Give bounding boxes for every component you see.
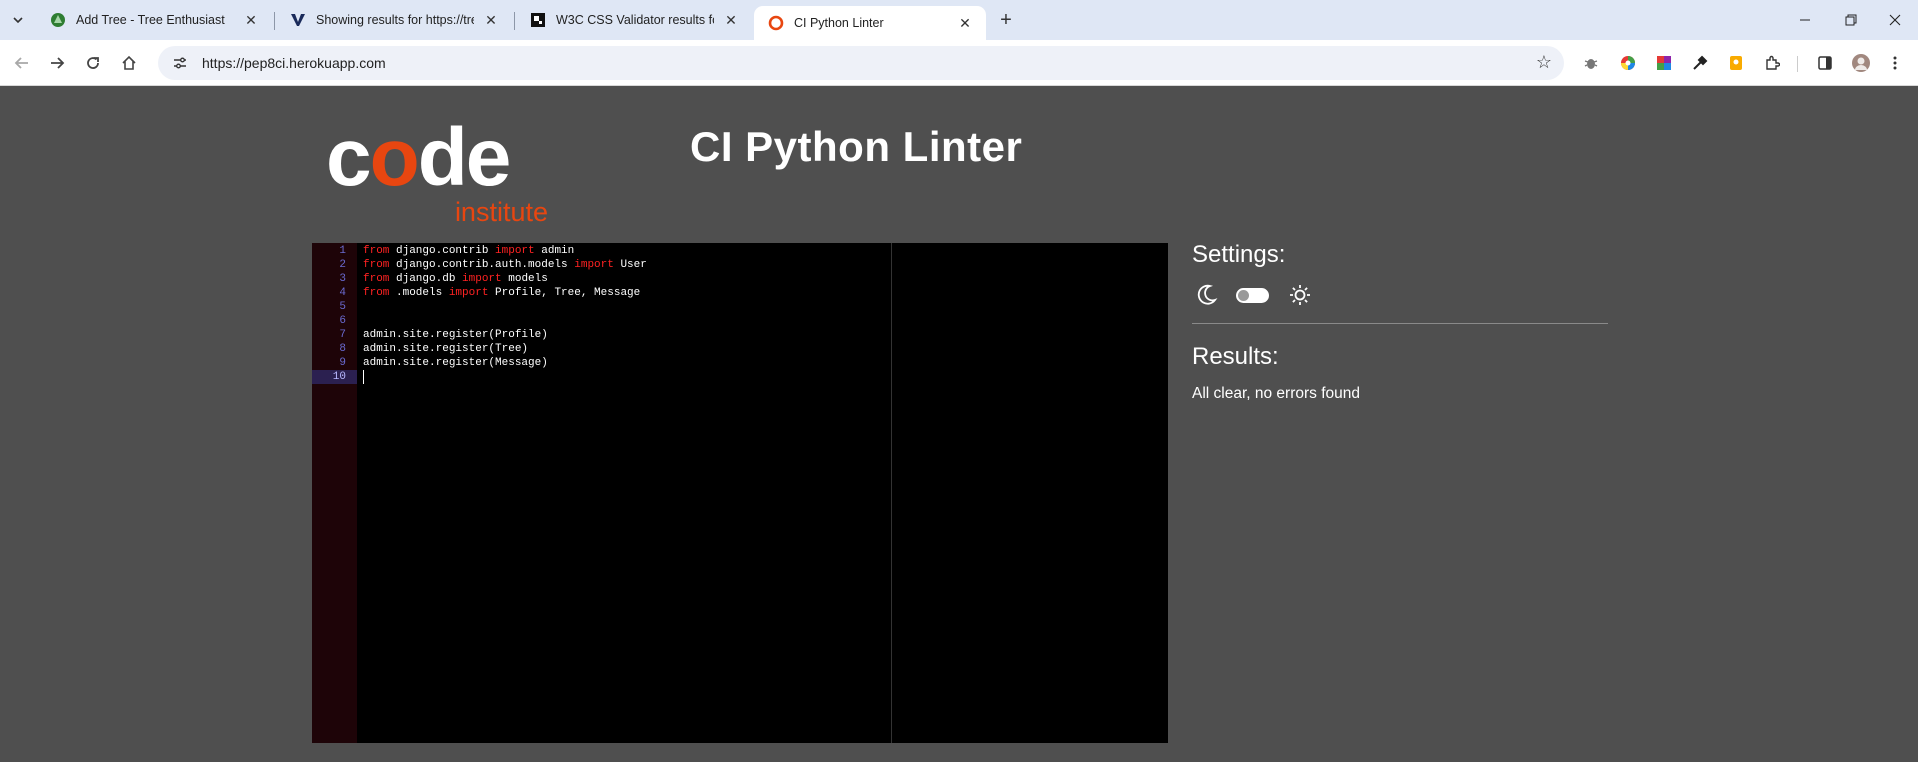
tab-w3c-css-validator[interactable]: W3C CSS Validator results for Te ✕ bbox=[516, 0, 752, 40]
tab-separator bbox=[514, 12, 515, 30]
keyword-token: import bbox=[495, 245, 535, 257]
code-line: from .models import Profile, Tree, Messa… bbox=[363, 286, 640, 300]
code-token: django.contrib.auth.models bbox=[389, 259, 575, 271]
keyword-token: from bbox=[363, 273, 390, 285]
toolbar-separator bbox=[1797, 56, 1798, 72]
browser-tab-bar: Add Tree - Tree Enthusiast ✕ Showing res… bbox=[0, 0, 1918, 40]
logo-institute-wordmark: institute bbox=[454, 197, 548, 227]
side-panel-icon[interactable] bbox=[1814, 52, 1836, 74]
settings-divider bbox=[1192, 323, 1608, 324]
validator-favicon-icon bbox=[290, 12, 306, 28]
line-number: 6 bbox=[339, 315, 346, 327]
tab-showing-results[interactable]: Showing results for https://tree ✕ bbox=[276, 0, 512, 40]
theme-switcher bbox=[1196, 283, 1316, 307]
keyword-token: import bbox=[574, 259, 614, 271]
tab-label: Add Tree - Tree Enthusiast bbox=[76, 13, 225, 27]
w3c-favicon-icon bbox=[530, 12, 546, 28]
ci-favicon-icon bbox=[768, 15, 784, 31]
keep-notes-extension-icon[interactable] bbox=[1725, 52, 1747, 74]
eyedropper-extension-icon[interactable] bbox=[1689, 52, 1711, 74]
results-heading: Results: bbox=[1192, 343, 1279, 370]
home-icon[interactable] bbox=[115, 49, 143, 77]
close-tab-icon[interactable]: ✕ bbox=[722, 11, 740, 29]
page-content: code institute CI Python Linter 1 from dj… bbox=[0, 87, 1918, 762]
code-token: models bbox=[501, 273, 548, 285]
keyword-token: from bbox=[363, 287, 390, 299]
line-number: 9 bbox=[339, 357, 346, 369]
tab-search-chevron-icon[interactable] bbox=[6, 8, 30, 32]
bookmark-star-icon[interactable]: ☆ bbox=[1536, 52, 1552, 73]
line-number: 1 bbox=[339, 245, 346, 257]
line-number: 4 bbox=[339, 287, 346, 299]
results-message: All clear, no errors found bbox=[1192, 385, 1361, 402]
close-tab-icon[interactable]: ✕ bbox=[482, 11, 500, 29]
site-info-tune-icon[interactable] bbox=[170, 53, 190, 73]
restore-window-icon[interactable] bbox=[1828, 0, 1874, 40]
code-institute-logo[interactable]: code institute bbox=[326, 117, 550, 228]
tab-label: W3C CSS Validator results for Te bbox=[556, 13, 714, 27]
minimize-window-icon[interactable] bbox=[1782, 0, 1828, 40]
extensions-puzzle-icon[interactable] bbox=[1761, 52, 1783, 74]
keyword-token: from bbox=[363, 259, 390, 271]
code-token: django.contrib bbox=[389, 245, 496, 257]
bug-extension-icon[interactable] bbox=[1580, 52, 1602, 74]
text-cursor bbox=[363, 370, 364, 384]
code-token: .models bbox=[389, 287, 449, 299]
line-length-ruler bbox=[891, 243, 892, 743]
line-number: 7 bbox=[339, 329, 346, 341]
line-number: 2 bbox=[339, 259, 346, 271]
back-arrow-icon[interactable] bbox=[8, 49, 36, 77]
reload-icon[interactable] bbox=[79, 49, 107, 77]
code-line: admin.site.register(Tree) bbox=[363, 342, 528, 356]
tab-label: Showing results for https://tree bbox=[316, 13, 474, 27]
code-line: from django.contrib import admin bbox=[363, 244, 574, 258]
keyword-token: from bbox=[363, 245, 390, 257]
forward-arrow-icon[interactable] bbox=[43, 49, 71, 77]
tab-separator bbox=[274, 12, 275, 30]
code-line: admin.site.register(Message) bbox=[363, 356, 548, 370]
code-line: from django.db import models bbox=[363, 272, 548, 286]
close-tab-icon[interactable]: ✕ bbox=[242, 11, 260, 29]
code-editor[interactable]: 1 from django.contrib import admin 2 from d… bbox=[312, 243, 1168, 743]
close-window-icon[interactable] bbox=[1872, 0, 1918, 40]
code-token: admin.site.register(Tree) bbox=[363, 343, 529, 355]
line-number: 8 bbox=[339, 343, 346, 355]
tab-label: CI Python Linter bbox=[794, 16, 884, 30]
dark-mode-toggle[interactable] bbox=[1236, 288, 1269, 303]
toggle-knob bbox=[1238, 290, 1249, 301]
code-token: admin bbox=[534, 245, 575, 257]
profile-avatar[interactable] bbox=[1850, 52, 1872, 74]
tab-ci-python-linter[interactable]: CI Python Linter ✕ bbox=[754, 6, 986, 40]
line-number: 3 bbox=[339, 273, 346, 285]
address-bar[interactable]: https://pep8ci.herokuapp.com ☆ bbox=[158, 46, 1564, 80]
close-tab-icon[interactable]: ✕ bbox=[956, 14, 974, 32]
sun-icon bbox=[1288, 283, 1312, 307]
color-grid-extension-icon[interactable] bbox=[1653, 52, 1675, 74]
line-number: 5 bbox=[339, 301, 346, 313]
new-tab-plus-icon[interactable]: + bbox=[994, 8, 1018, 32]
color-wheel-extension-icon[interactable] bbox=[1617, 52, 1639, 74]
code-token: django.db bbox=[389, 273, 463, 285]
keyword-token: import bbox=[448, 287, 489, 299]
settings-heading: Settings: bbox=[1192, 241, 1286, 268]
browser-toolbar: https://pep8ci.herokuapp.com ☆ bbox=[0, 40, 1918, 86]
code-token: Profile, Tree, Message bbox=[488, 287, 641, 299]
code-line: from django.contrib.auth.models import U… bbox=[363, 258, 647, 272]
keyword-token: import bbox=[462, 273, 502, 285]
code-token: User bbox=[613, 259, 647, 271]
page-title: CI Python Linter bbox=[690, 123, 1023, 170]
code-token: admin.site.register(Message) bbox=[363, 357, 548, 369]
moon-icon bbox=[1196, 283, 1218, 307]
code-token: admin.site.register(Profile) bbox=[363, 329, 548, 341]
tree-favicon-icon bbox=[50, 12, 66, 28]
tab-add-tree[interactable]: Add Tree - Tree Enthusiast ✕ bbox=[36, 0, 272, 40]
url-text[interactable]: https://pep8ci.herokuapp.com bbox=[202, 55, 386, 71]
browser-menu-icon[interactable] bbox=[1884, 52, 1906, 74]
code-line: admin.site.register(Profile) bbox=[363, 328, 548, 342]
logo-code-wordmark: code bbox=[326, 112, 511, 203]
line-number: 10 bbox=[312, 370, 357, 384]
